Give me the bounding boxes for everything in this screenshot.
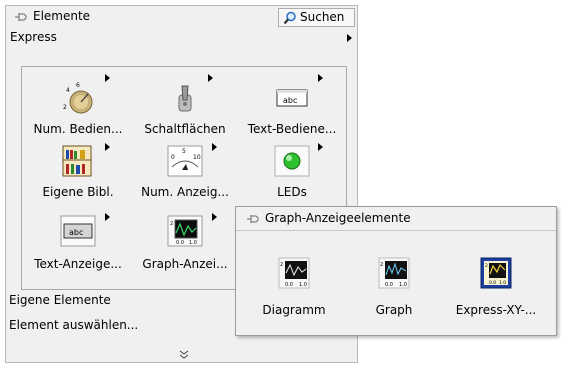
submenu-arrow-icon <box>105 213 110 221</box>
text-control-icon: abc <box>274 80 310 116</box>
thumbtack-icon[interactable] <box>13 10 29 24</box>
item-label: Schaltflächen <box>144 122 226 136</box>
led-icon <box>274 143 310 179</box>
text-indicator-icon: abc <box>60 213 96 249</box>
express-xy-graph-icon: 2 0.0 1.0 <box>480 257 512 289</box>
palette-item-text-indicator[interactable]: abc Text-Anzeige... <box>28 213 128 279</box>
svg-text:0.0: 0.0 <box>285 282 293 288</box>
svg-text:abc: abc <box>283 96 297 105</box>
item-label: Graph <box>375 303 413 317</box>
search-button[interactable]: Suchen <box>278 8 355 27</box>
svg-text:5: 5 <box>182 148 186 155</box>
svg-text:abc: abc <box>69 228 83 237</box>
svg-text:6: 6 <box>76 82 80 89</box>
submenu-arrow-icon <box>318 74 323 82</box>
item-label: Text-Bediene... <box>247 122 337 136</box>
magnifier-icon <box>283 11 297 25</box>
graph-indicator-icon: 2 0.0 1.0 <box>167 213 203 249</box>
toggle-switch-icon <box>167 80 203 116</box>
library-books-icon <box>60 143 96 179</box>
item-label: Text-Anzeige... <box>34 257 122 271</box>
svg-text:0.0: 0.0 <box>176 240 184 246</box>
search-label: Suchen <box>300 10 345 24</box>
svg-text:0.0: 0.0 <box>385 282 393 288</box>
item-label: Express-XY-... <box>455 303 537 317</box>
graph-indicators-subpalette: Graph-Anzeigeelemente 2 0.0 1.0 Diagramm… <box>235 206 557 336</box>
palette-item-leds[interactable]: LEDs <box>242 143 342 209</box>
svg-text:2: 2 <box>380 262 383 268</box>
subpalette-item-graph[interactable]: 2 0.0 1.0 Graph <box>346 257 442 327</box>
submenu-arrow-icon <box>318 143 323 151</box>
graph-icon: 2 0.0 1.0 <box>378 257 410 289</box>
svg-text:0.0: 0.0 <box>489 280 496 286</box>
subpalette-item-express-xy[interactable]: 2 0.0 1.0 Express-XY-... <box>448 257 544 327</box>
palette-item-num-indicator[interactable]: 0 5 10 Num. Anzeig... <box>135 143 235 209</box>
palette-item-num-control[interactable]: 4 6 2 Num. Bedien... <box>28 74 128 140</box>
svg-text:2: 2 <box>170 221 173 227</box>
svg-text:2: 2 <box>280 262 283 268</box>
select-element-item[interactable]: Element auswählen... <box>9 318 138 332</box>
expand-chevron-icon[interactable] <box>178 349 190 359</box>
item-label: Diagramm <box>262 303 326 317</box>
subpalette-titlebar: Graph-Anzeigeelemente <box>236 207 556 231</box>
item-label: Eigene Bibl. <box>42 185 114 199</box>
item-label: Graph-Anzei... <box>142 257 228 271</box>
item-label: Num. Anzeig... <box>141 185 229 199</box>
item-label: Num. Bedien... <box>33 122 123 136</box>
svg-text:2: 2 <box>63 104 67 111</box>
palette-item-buttons[interactable]: Schaltflächen <box>135 74 235 140</box>
submenu-arrow-icon <box>212 143 217 151</box>
palette-item-text-control[interactable]: abc Text-Bediene... <box>242 74 342 140</box>
chart-icon: 2 0.0 1.0 <box>278 257 310 289</box>
svg-text:10: 10 <box>193 154 201 161</box>
submenu-arrow-icon <box>105 74 110 82</box>
palette-item-own-library[interactable]: Eigene Bibl. <box>28 143 128 209</box>
svg-text:1.0: 1.0 <box>299 282 307 288</box>
palette-titlebar: Elemente Suchen <box>6 6 357 27</box>
thumbtack-icon[interactable] <box>245 212 261 226</box>
own-elements-item[interactable]: Eigene Elemente <box>9 293 111 307</box>
category-label: Express <box>10 30 57 44</box>
svg-text:4: 4 <box>66 87 70 94</box>
submenu-arrow-icon <box>212 213 217 221</box>
svg-text:0: 0 <box>171 154 175 161</box>
svg-text:1.0: 1.0 <box>499 280 506 286</box>
palette-title: Elemente <box>33 9 91 23</box>
submenu-arrow-icon <box>208 74 213 82</box>
gauge-icon: 0 5 10 <box>167 143 203 179</box>
svg-text:1.0: 1.0 <box>189 240 197 246</box>
svg-text:1.0: 1.0 <box>399 282 407 288</box>
item-label: LEDs <box>277 185 307 199</box>
palette-item-graph-indicator[interactable]: 2 0.0 1.0 Graph-Anzei... <box>135 213 235 279</box>
svg-text:2: 2 <box>485 263 488 269</box>
submenu-arrow-icon <box>105 143 110 151</box>
submenu-arrow-icon <box>347 34 352 42</box>
knob-icon: 4 6 2 <box>60 80 96 116</box>
subpalette-title: Graph-Anzeigeelemente <box>265 211 411 225</box>
category-express[interactable]: Express <box>6 28 357 48</box>
subpalette-item-chart[interactable]: 2 0.0 1.0 Diagramm <box>246 257 342 327</box>
